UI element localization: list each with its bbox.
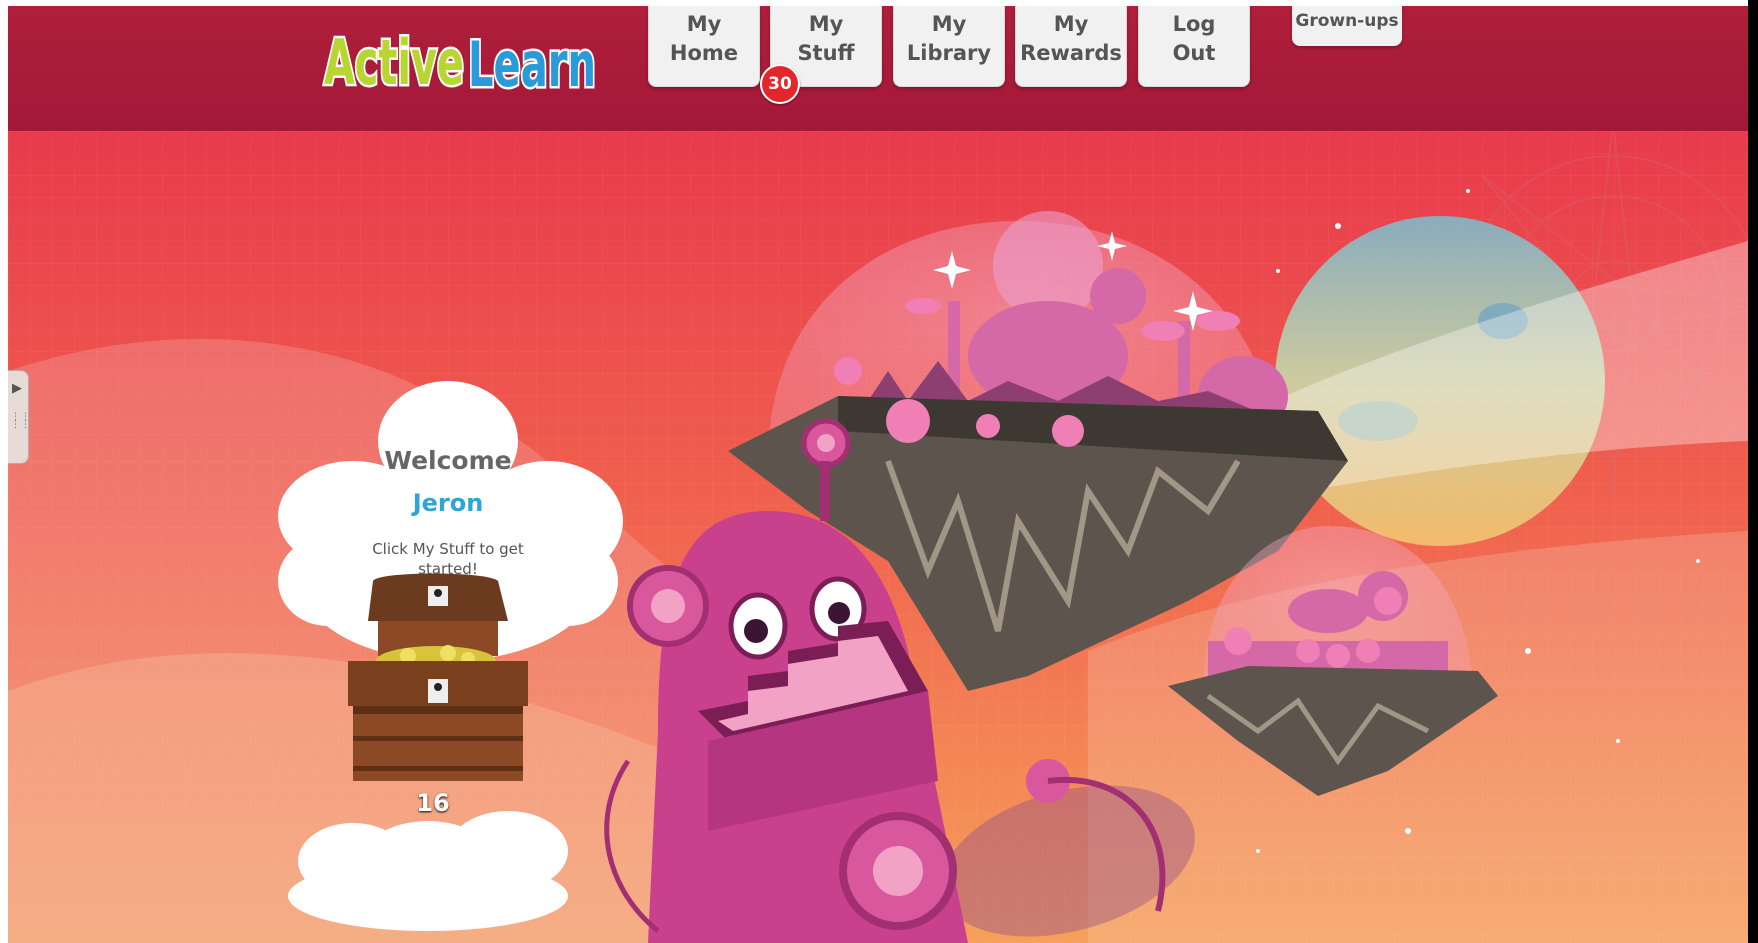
nav-my-library-button[interactable]: My Library (893, 6, 1005, 87)
nav-label-line1: My (1053, 12, 1089, 36)
welcome-hint-text: Click My Stuff to get started! (372, 540, 524, 578)
window-edge (1748, 0, 1758, 943)
nav-label-line1: My (686, 12, 722, 36)
nav-my-home-button[interactable]: My Home (648, 6, 760, 87)
nav-label-line2: Out (1172, 41, 1216, 65)
nav-label-line1: My (931, 12, 967, 36)
welcome-heading: Welcome (384, 446, 512, 475)
nav-label-line2: Rewards (1020, 41, 1122, 65)
reward-coin-count: 16 (416, 789, 450, 817)
nav-label-line2: Stuff (797, 41, 855, 65)
header-bar: Active Learn My Home My Stuff My Library… (8, 6, 1748, 131)
space-scene-background (8, 131, 1748, 943)
my-stuff-count-badge: 30 (760, 64, 800, 104)
treasure-chest-icon[interactable] (348, 573, 528, 782)
svg-text:Active: Active (324, 26, 464, 98)
nav-label-line1: Log (1172, 12, 1216, 36)
grip-handle-icon: ⋮⋮ ⋮⋮ (11, 412, 31, 430)
grown-ups-button[interactable]: Grown-ups (1292, 6, 1402, 46)
nav-label-line2: Home (669, 41, 739, 65)
nav-label-line1: My (808, 12, 844, 36)
svg-text:Learn: Learn (468, 28, 596, 98)
chest-cloud (288, 811, 568, 931)
app-window: Active Learn My Home My Stuff My Library… (8, 6, 1748, 943)
expand-arrow-icon: ▶ (12, 381, 22, 396)
nav-label-line2: Library (906, 41, 992, 65)
side-panel-toggle[interactable]: ▶ ⋮⋮ ⋮⋮ (8, 370, 31, 464)
grown-ups-label: Grown-ups (1295, 11, 1399, 31)
user-name: Jeron (412, 489, 484, 517)
nav-my-rewards-button[interactable]: My Rewards (1015, 6, 1127, 87)
nav-log-out-button[interactable]: Log Out (1138, 6, 1250, 87)
activelearn-logo[interactable]: Active Learn (322, 16, 598, 99)
